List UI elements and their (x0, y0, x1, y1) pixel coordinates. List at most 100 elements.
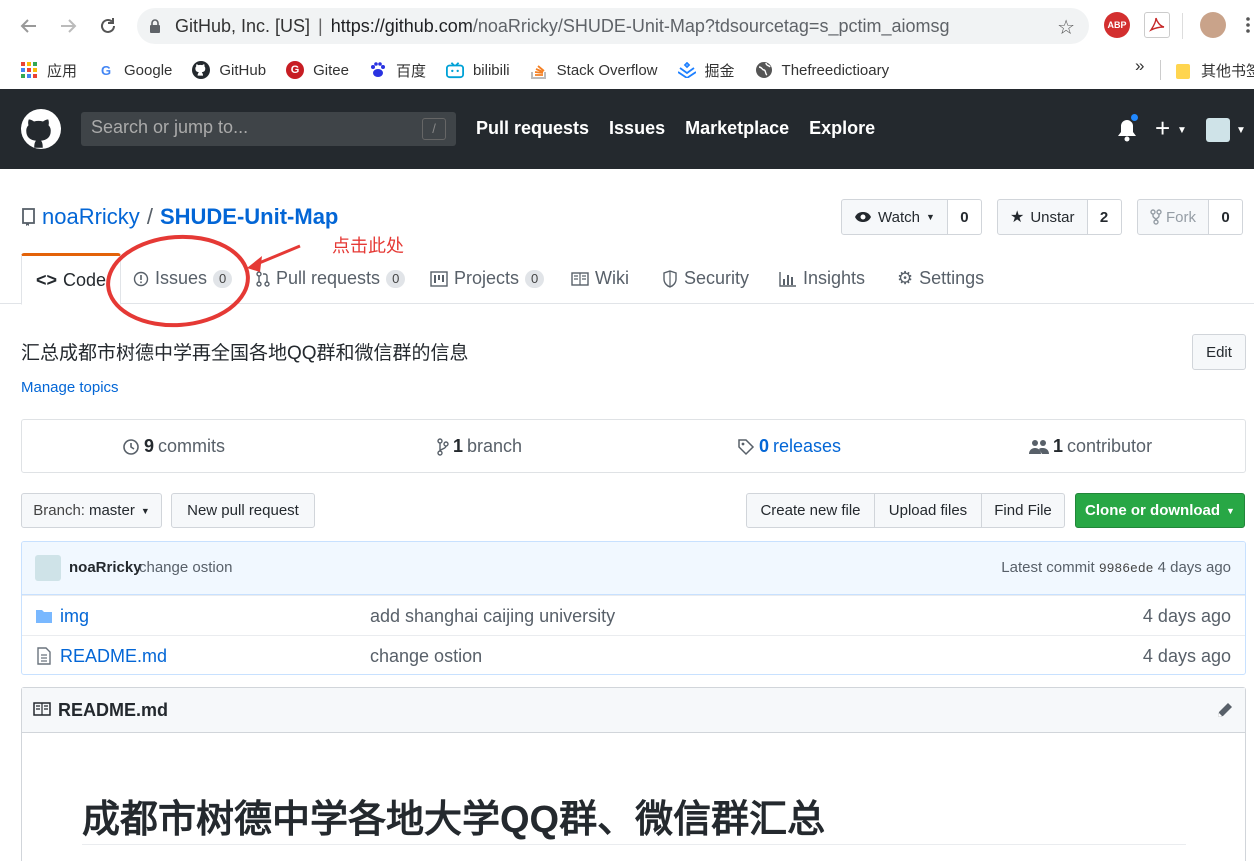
tab-security[interactable]: Security (662, 253, 749, 304)
pdf-extension-icon[interactable] (1144, 12, 1170, 38)
unstar-button[interactable]: ★ Unstar (997, 199, 1088, 235)
branch-prefix: Branch: (33, 502, 85, 519)
new-pull-request-button[interactable]: New pull request (171, 493, 315, 528)
tab-label: Settings (919, 268, 985, 288)
tab-insights[interactable]: Insights (779, 253, 865, 304)
bookmark-star-icon[interactable]: ☆ (1057, 15, 1075, 40)
github-main-nav: Pull requests Issues Marketplace Explore (476, 118, 875, 139)
apps-grid-icon (20, 61, 38, 79)
chevron-down-icon[interactable]: ▼ (1177, 125, 1187, 136)
commits-link[interactable]: 9 commits (122, 436, 225, 457)
commit-message-link[interactable]: change ostion (139, 559, 232, 576)
upload-files-button[interactable]: Upload files (874, 493, 982, 528)
star-count[interactable]: 2 (1087, 199, 1122, 235)
bookmark-thefreedictionary[interactable]: Thefreedictioary (755, 61, 889, 79)
edit-button[interactable]: Edit (1192, 334, 1246, 370)
file-commit-message-link[interactable]: add shanghai caijing university (370, 606, 615, 627)
avatar[interactable] (35, 555, 61, 581)
bookmark-github[interactable]: GitHub (192, 61, 266, 79)
repo-icon (22, 208, 35, 226)
heading-divider (82, 844, 1186, 845)
url-host: https://github.com (330, 15, 473, 36)
commit-author-link[interactable]: noaRricky (69, 559, 142, 576)
graph-icon (779, 271, 796, 287)
repo-description: 汇总成都市树德中学再全国各地QQ群和微信群的信息 (21, 343, 469, 364)
browser-toolbar: GitHub, Inc. [US] | https://github.com/n… (0, 0, 1254, 52)
github-icon (192, 61, 211, 79)
releases-count: 0 (759, 436, 770, 456)
bookmark-stackoverflow[interactable]: Stack Overflow (530, 61, 658, 79)
bookmark-gitee[interactable]: G Gitee (286, 61, 349, 79)
fork-count[interactable]: 0 (1209, 199, 1243, 235)
tab-settings[interactable]: ⚙ Settings (897, 253, 984, 304)
watch-label: Watch (878, 208, 920, 226)
adblock-extension-icon[interactable]: ABP (1104, 12, 1130, 38)
bookmark-google[interactable]: G Google (97, 61, 172, 79)
code-icon: <> (36, 269, 58, 290)
project-board-icon (430, 270, 448, 287)
github-search-input[interactable]: Search or jump to... / (81, 112, 456, 146)
clone-or-download-button[interactable]: Clone or download ▼ (1075, 493, 1245, 528)
eye-icon (855, 212, 871, 222)
watch-count[interactable]: 0 (947, 199, 982, 235)
chevron-down-icon[interactable]: ▼ (1236, 125, 1246, 136)
branches-link[interactable]: 1 branch (437, 436, 522, 457)
browser-menu-icon[interactable] (1246, 16, 1250, 34)
people-icon (1029, 439, 1049, 454)
nav-marketplace[interactable]: Marketplace (685, 118, 789, 139)
bookmark-apps[interactable]: 应用 (20, 60, 77, 81)
file-commit-message-link[interactable]: change ostion (370, 646, 482, 667)
profile-avatar[interactable] (1200, 12, 1226, 38)
chevron-down-icon: ▼ (1226, 505, 1235, 516)
user-avatar[interactable] (1206, 118, 1230, 142)
bookmarks-overflow-button[interactable]: » (1135, 56, 1144, 76)
google-icon: G (100, 62, 112, 78)
find-file-button[interactable]: Find File (981, 493, 1065, 528)
github-logo-icon[interactable] (21, 109, 61, 149)
tab-wiki[interactable]: Wiki (571, 253, 629, 304)
readme-panel: README.md 成都市树德中学各地大学QQ群、微信群汇总 (21, 687, 1246, 861)
nav-issues[interactable]: Issues (609, 118, 665, 139)
create-new-file-button[interactable]: Create new file (746, 493, 875, 528)
address-bar[interactable]: GitHub, Inc. [US] | https://github.com/n… (137, 8, 1089, 44)
bookmark-baidu[interactable]: 百度 (369, 60, 426, 81)
bookmark-label: Gitee (313, 61, 349, 79)
bookmarks-divider (1160, 60, 1161, 80)
fork-button[interactable]: Fork (1137, 199, 1209, 235)
reload-icon[interactable] (95, 13, 121, 39)
contributor-label: contributor (1067, 436, 1153, 456)
url-separator: | (318, 15, 323, 36)
tag-icon (738, 438, 755, 455)
commits-label: commits (158, 436, 226, 456)
file-name-link[interactable]: README.md (60, 646, 167, 667)
commit-sha-link[interactable]: 9986ede (1099, 561, 1154, 576)
search-shortcut-hint: / (422, 118, 446, 140)
nav-explore[interactable]: Explore (809, 118, 875, 139)
shield-icon (663, 269, 677, 288)
star-icon: ★ (1010, 209, 1025, 226)
pencil-icon[interactable] (1215, 700, 1235, 720)
branch-label: branch (467, 436, 523, 456)
branch-select-button[interactable]: Branch: master ▼ (21, 493, 162, 528)
bookmark-juejin[interactable]: 掘金 (677, 60, 735, 81)
bookmark-bilibili[interactable]: bilibili (445, 61, 510, 79)
bookmark-label: Google (124, 61, 173, 79)
file-name-link[interactable]: img (60, 606, 89, 627)
watch-button[interactable]: Watch ▼ (841, 199, 948, 235)
tab-projects[interactable]: Projects 0 (430, 253, 545, 304)
bookmark-other-folder[interactable]: 其他书签 (1174, 60, 1254, 81)
nav-pull-requests[interactable]: Pull requests (476, 118, 589, 139)
contributors-link[interactable]: 1 contributor (1029, 436, 1152, 457)
forward-arrow-icon[interactable] (55, 13, 81, 39)
search-placeholder: Search or jump to... (91, 117, 249, 137)
manage-topics-link[interactable]: Manage topics (21, 379, 119, 396)
releases-link[interactable]: 0 releases (737, 436, 841, 457)
bookmark-label: GitHub (219, 61, 267, 79)
stackoverflow-icon (530, 61, 548, 79)
gear-icon: ⚙ (897, 268, 914, 288)
tab-label: Wiki (595, 268, 629, 288)
readme-title: README.md (58, 700, 169, 720)
back-arrow-icon[interactable] (16, 13, 42, 39)
create-new-plus-icon[interactable]: + (1155, 113, 1170, 144)
file-age: 4 days ago (1142, 646, 1231, 666)
